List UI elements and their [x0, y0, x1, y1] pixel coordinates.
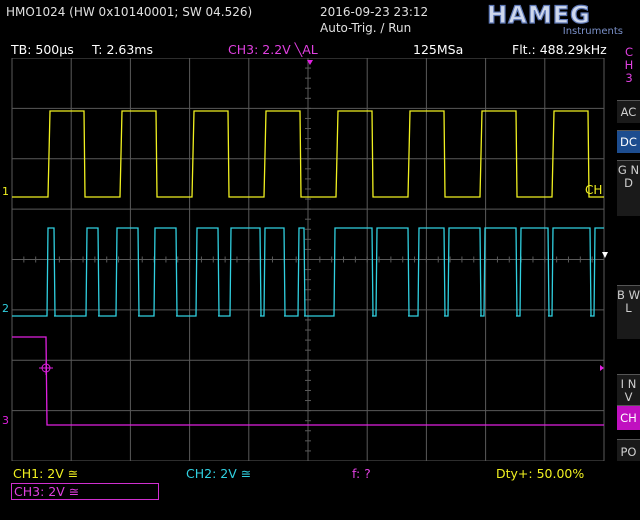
timebase[interactable]: TB: 500µs — [11, 42, 74, 57]
top-status-bar: HMO1024 (HW 0x10140001; SW 04.526) 2016-… — [0, 0, 640, 42]
sample-rate: 125MSa — [413, 42, 464, 57]
ch1-end-label: CH — [585, 183, 603, 197]
trigger-point-marker — [39, 361, 53, 375]
hameg-logo: HAMEG Instruments — [451, 1, 627, 35]
coupling-ac-button[interactable]: AC — [617, 100, 640, 123]
ch2-ground-marker[interactable]: 2 — [2, 302, 9, 315]
ch3-status-box[interactable]: CH3: 2V ≅ — [11, 483, 159, 500]
ch2-status[interactable]: CH2: 2V ≅ — [186, 466, 251, 481]
frequency-readout: f: ? — [352, 466, 371, 481]
graticule — [11, 58, 605, 461]
filter-frequency: Flt.: 488.29kHz — [512, 42, 607, 57]
trigger-level-arrow[interactable] — [600, 365, 604, 371]
logo-sub: Instruments — [563, 26, 623, 35]
trigger-time[interactable]: T: 2.63ms — [92, 42, 153, 57]
trigger-settings[interactable]: CH3: 2.2V ╲AL — [228, 42, 318, 57]
sidebar-channel-text: C H 3 — [624, 45, 634, 85]
ch3-ground-marker[interactable]: 3 — [2, 414, 9, 427]
logo-text: HAMEG — [487, 1, 591, 29]
sidebar-channel-label: C H 3 — [620, 46, 638, 85]
acquisition-info-bar: TB: 500µs T: 2.63ms CH3: 2.2V ╲AL 125MSa… — [0, 42, 610, 58]
waveform-display[interactable] — [0, 58, 610, 461]
device-info: HMO1024 (HW 0x10140001; SW 04.526) — [6, 5, 253, 19]
date-time: 2016-09-23 23:12 — [320, 5, 429, 19]
duty-cycle-readout: Dty+: 50.00% — [496, 466, 585, 481]
acquisition-mode: Auto-Trig. / Run — [320, 21, 412, 35]
channel-button[interactable]: CH — [617, 405, 640, 430]
vertical-scroll-marker — [602, 252, 608, 258]
ch1-ground-marker[interactable]: 1 — [2, 185, 9, 198]
bandwidth-limit-button[interactable]: B W L — [617, 285, 640, 339]
ch3-status: CH3: 2V ≅ — [14, 484, 80, 499]
ch1-status[interactable]: CH1: 2V ≅ — [13, 466, 78, 481]
coupling-gnd-button[interactable]: G N D — [617, 160, 640, 216]
coupling-dc-button[interactable]: DC — [617, 130, 640, 153]
